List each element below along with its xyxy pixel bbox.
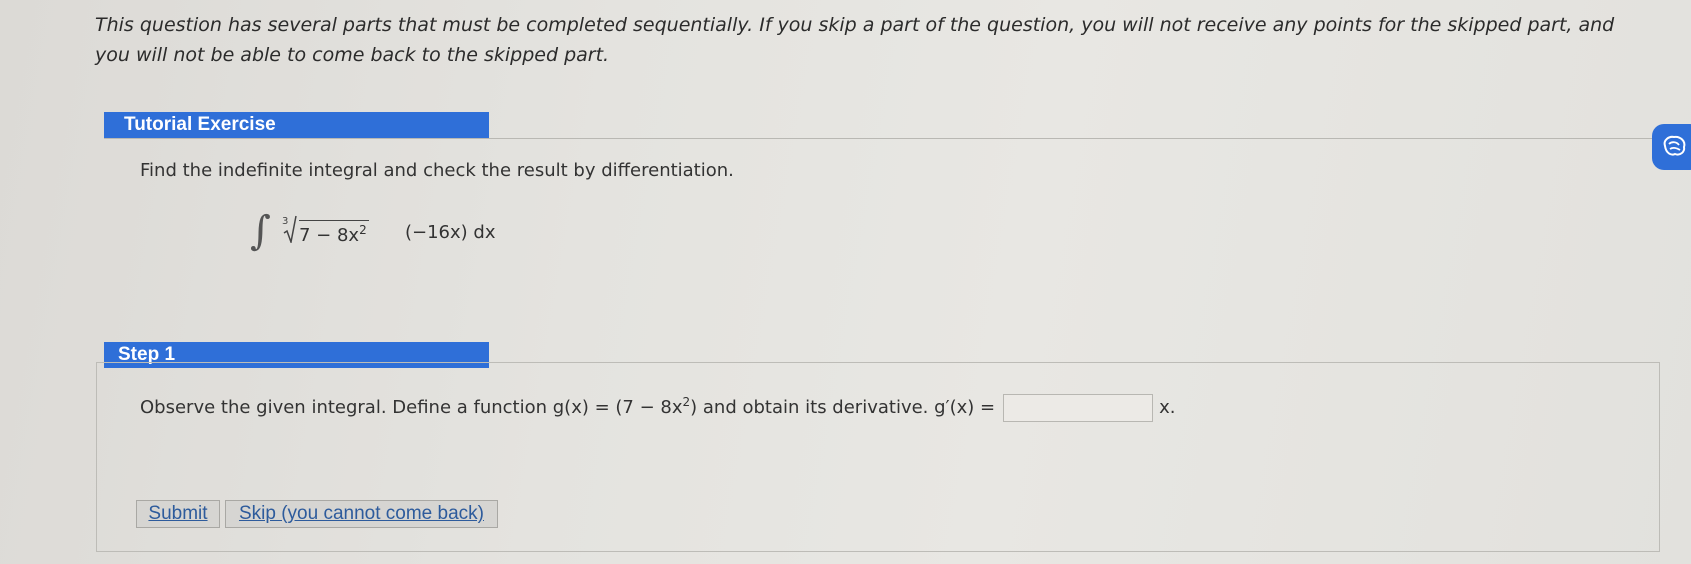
integral-sign: ∫	[250, 208, 271, 254]
radicand-base: 7 − 8x	[299, 225, 360, 246]
assistant-widget-button[interactable]	[1652, 124, 1691, 170]
step-1-text-before: Observe the given integral. Define a fun…	[140, 397, 683, 418]
step-1-text-after: ) and obtain its derivative. g′(x) =	[690, 397, 996, 418]
skip-button[interactable]: Skip (you cannot come back)	[225, 500, 498, 528]
tutorial-instruction: Find the indefinite integral and check t…	[140, 160, 734, 181]
answer-suffix: x.	[1159, 397, 1176, 418]
submit-button[interactable]: Submit	[136, 500, 220, 528]
radical-sign	[283, 215, 297, 243]
brain-icon	[1663, 135, 1686, 156]
radicand-exponent: 2	[359, 223, 367, 237]
derivative-answer-input[interactable]	[1003, 394, 1154, 422]
radicand: 7 − 8x2	[299, 220, 369, 246]
step-1-exponent: 2	[682, 395, 691, 409]
tutorial-divider	[104, 138, 1664, 139]
intro-notice: This question has several parts that mus…	[95, 14, 1615, 66]
integral-tail: (−16x) dx	[405, 222, 496, 243]
tutorial-exercise-header: Tutorial Exercise	[104, 112, 489, 138]
integral-expression: ∫ 3 7 − 8x2 (−16x) dx	[250, 208, 550, 260]
step-1-prompt: Observe the given integral. Define a fun…	[140, 394, 1176, 422]
